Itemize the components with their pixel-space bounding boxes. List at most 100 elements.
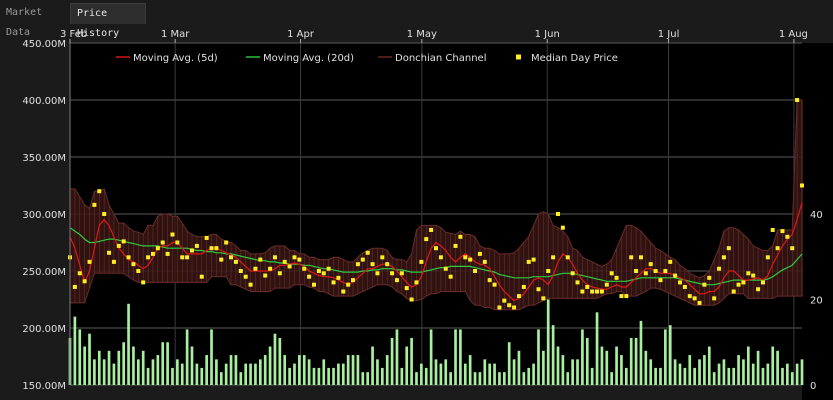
volume-bar [649, 359, 653, 385]
volume-bar [507, 342, 511, 385]
volume-bar [400, 367, 404, 385]
median-price-point [648, 262, 653, 267]
volume-bar [605, 350, 609, 385]
volume-bar [781, 367, 784, 385]
median-price-point [726, 246, 731, 251]
median-price-point [712, 296, 717, 301]
volume-bar [107, 350, 111, 385]
median-price-point [414, 280, 419, 285]
volume-bar [254, 363, 257, 385]
volume-bar [600, 346, 604, 385]
volume-bar [278, 337, 282, 385]
median-price-point [219, 257, 224, 262]
volume-bar [766, 363, 770, 385]
volume-bar [322, 359, 326, 385]
median-price-point [673, 273, 678, 278]
volume-bar [566, 372, 570, 385]
volume-bar [410, 337, 413, 385]
volume-bar [498, 372, 501, 385]
volume-bar [415, 372, 418, 385]
volume-bar [717, 363, 721, 385]
volume-bar [610, 372, 614, 385]
median-price-point [268, 266, 273, 271]
median-price-point [111, 259, 116, 264]
median-price-point [795, 98, 800, 102]
volume-bar [102, 359, 106, 385]
median-price-point [560, 225, 565, 230]
median-price-point [165, 251, 170, 256]
median-price-point [399, 271, 404, 276]
median-price-point [263, 273, 268, 278]
x-tick-label: 1 Jul [658, 29, 680, 40]
volume-bar [288, 367, 291, 385]
volume-bar [215, 359, 218, 385]
median-price-point [507, 303, 512, 308]
median-price-point [336, 275, 341, 280]
median-price-point [463, 255, 468, 260]
volume-bar [268, 346, 272, 385]
volume-bar [244, 363, 248, 385]
median-price-point [780, 229, 785, 234]
volume-bar [302, 355, 306, 385]
median-price-point [297, 257, 302, 262]
median-price-point [575, 280, 580, 285]
median-price-point [424, 237, 429, 242]
median-price-point [707, 275, 712, 280]
volume-bar [390, 337, 394, 385]
volume-bar [283, 355, 287, 385]
median-price-point [180, 255, 185, 260]
median-price-point [82, 279, 87, 284]
median-price-point [487, 278, 492, 283]
median-price-point [92, 202, 97, 207]
volume-bar [449, 372, 452, 385]
volume-bar [424, 367, 428, 385]
median-price-point [102, 212, 107, 216]
volume-bar [751, 363, 755, 385]
volume-bar [341, 363, 345, 385]
volume-bar [429, 329, 433, 385]
median-price-point [521, 284, 526, 289]
median-price-point [272, 255, 277, 260]
volume-bar [532, 363, 535, 385]
volume-bar [517, 350, 521, 385]
median-price-point [224, 240, 229, 245]
volume-bar [327, 367, 330, 385]
volume-bar [376, 359, 379, 385]
median-price-point [721, 255, 726, 260]
volume-bar [551, 325, 555, 385]
volume-bar [78, 329, 82, 385]
median-price-point [190, 248, 194, 253]
median-price-point [258, 257, 263, 262]
volume-bar [790, 372, 794, 385]
median-price-point [175, 240, 180, 245]
volume-bar [668, 325, 672, 385]
median-price-point [658, 278, 663, 283]
volume-bar [122, 342, 126, 385]
volume-bar [385, 355, 389, 385]
volume-bar [556, 346, 560, 385]
median-price-point [678, 280, 682, 285]
median-price-point [687, 294, 692, 299]
volume-bar [366, 372, 370, 385]
median-price-point [682, 284, 687, 289]
y-tick-label: 250.00M [22, 267, 66, 278]
volume-bar [171, 367, 174, 385]
volume-bar [493, 363, 496, 385]
legend-swatch [516, 54, 521, 60]
volume-bar [595, 312, 599, 385]
median-price-point [248, 282, 253, 287]
median-price-point [448, 274, 453, 279]
volume-bar [185, 329, 189, 385]
median-price-point [243, 274, 248, 279]
volume-tick-label: 40 [810, 210, 823, 221]
median-price-point [458, 234, 463, 239]
volume-bar [537, 329, 540, 385]
volume-bar [483, 359, 487, 385]
median-price-point [629, 255, 634, 260]
median-price-point [609, 271, 614, 276]
volume-bar [136, 359, 140, 385]
volume-bar [273, 333, 277, 385]
median-price-point [790, 246, 795, 251]
median-price-point [77, 271, 82, 276]
volume-bar [473, 372, 477, 385]
